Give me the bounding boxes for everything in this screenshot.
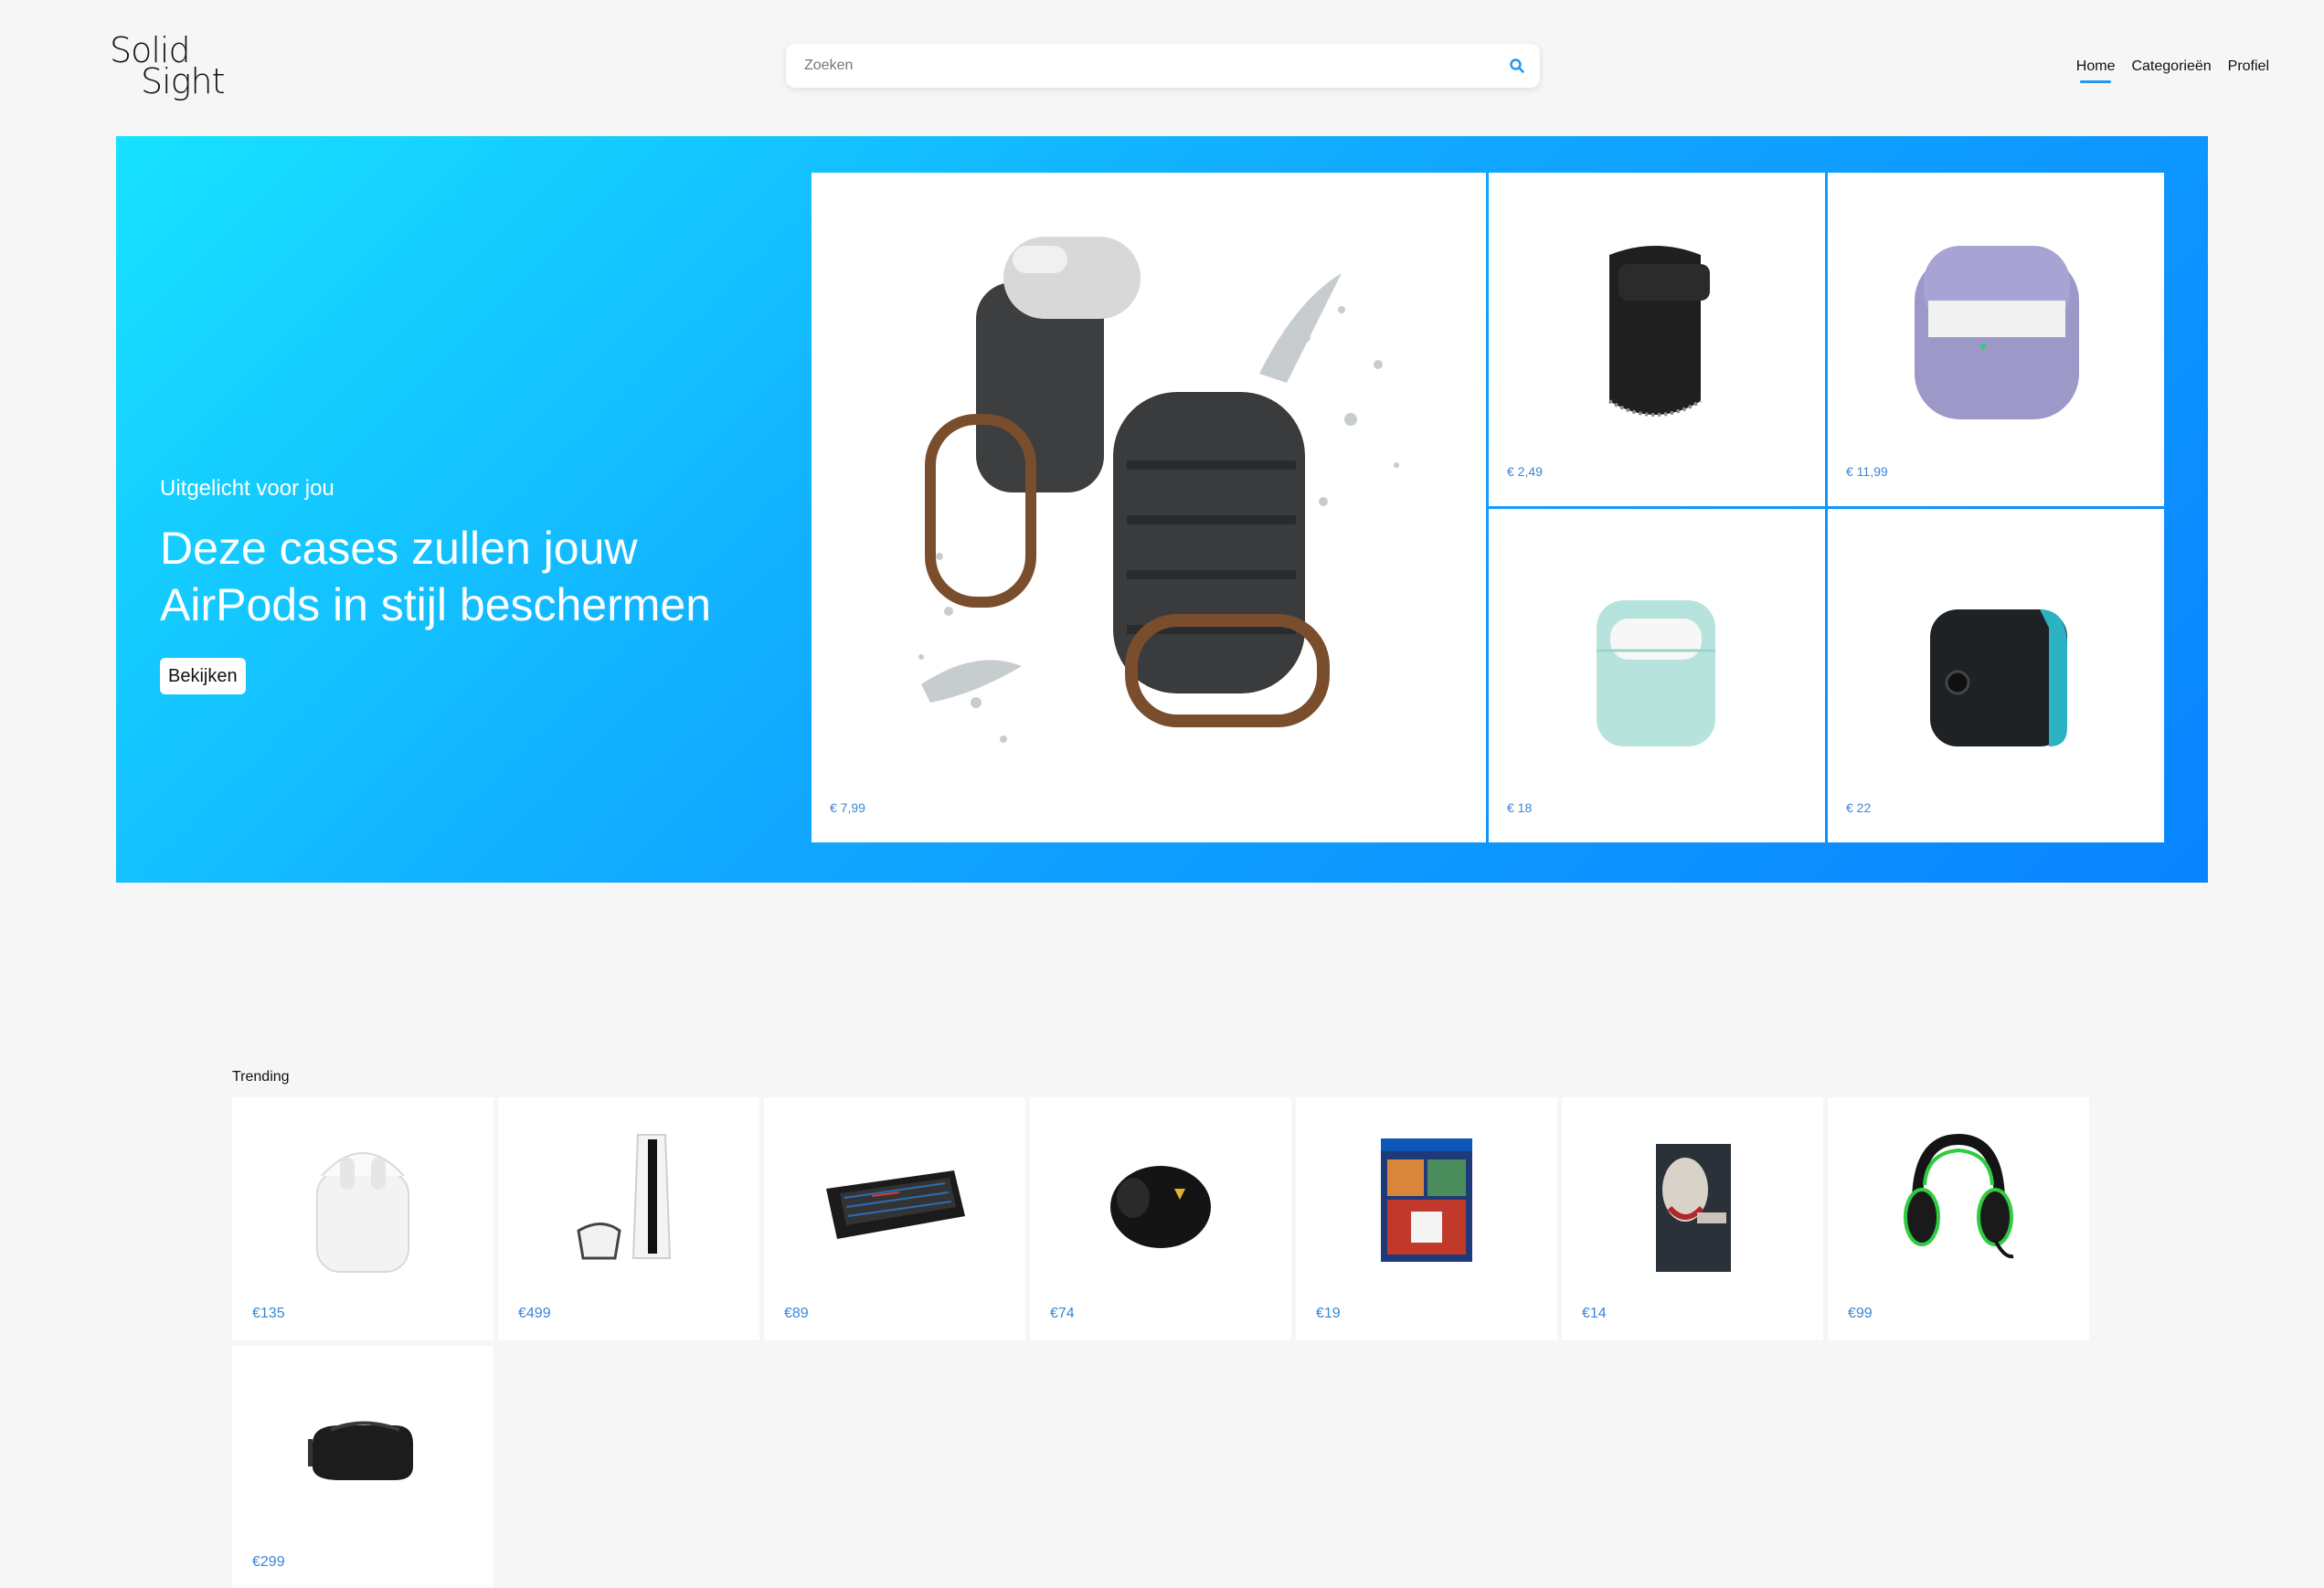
nav-item-profile[interactable]: Profiel bbox=[2228, 58, 2269, 75]
product-card[interactable]: €14 bbox=[1562, 1097, 1823, 1340]
product-price: € 18 bbox=[1507, 800, 1533, 815]
product-price: €74 bbox=[1050, 1306, 1075, 1321]
product-price: € 22 bbox=[1846, 800, 1872, 815]
nav-item-home[interactable]: Home bbox=[2076, 58, 2115, 83]
product-card[interactable]: €135 bbox=[232, 1097, 493, 1340]
product-card[interactable]: €499 bbox=[498, 1097, 759, 1340]
product-card[interactable]: €89 bbox=[764, 1097, 1025, 1340]
vr-headset-image bbox=[308, 1421, 413, 1480]
gta-v-ps4-game-image bbox=[1381, 1138, 1472, 1262]
main-nav: Home Categorieën Profiel bbox=[2076, 58, 2269, 83]
hero-banner: Uitgelicht voor jou Deze cases zullen jo… bbox=[116, 136, 2208, 883]
product-card[interactable]: €74 bbox=[1030, 1097, 1291, 1340]
green-headset-image bbox=[1904, 1133, 2014, 1259]
search-icon[interactable] bbox=[1509, 58, 1525, 74]
search-input[interactable] bbox=[804, 44, 1480, 88]
product-price: €99 bbox=[1848, 1306, 1873, 1321]
black-teal-airpods-case-image bbox=[1930, 609, 2067, 746]
featured-product-tile[interactable]: € 11,99 bbox=[1828, 173, 2164, 506]
logo[interactable]: Solid Sight bbox=[110, 31, 228, 104]
trending-grid: €135 €499 €89 €74 €19 €14 €99 €299 bbox=[232, 1097, 2089, 1588]
joker-bluray-image bbox=[1656, 1144, 1731, 1272]
logo-line-2: Sight bbox=[141, 61, 225, 101]
airpods-image bbox=[316, 1152, 409, 1273]
product-price: € 2,49 bbox=[1507, 464, 1543, 479]
featured-products-grid: € 7,99 € 2,49 € 11,99 € 18 € 22 bbox=[812, 173, 2164, 845]
mint-airpods-case-image bbox=[1597, 600, 1715, 746]
nav-item-categories[interactable]: Categorieën bbox=[2131, 58, 2211, 75]
product-price: € 11,99 bbox=[1846, 464, 1888, 479]
product-card[interactable]: €19 bbox=[1296, 1097, 1557, 1340]
product-price: €135 bbox=[252, 1306, 285, 1321]
featured-product-tile[interactable]: € 18 bbox=[1489, 509, 1825, 842]
playstation-5-image bbox=[577, 1134, 672, 1260]
hero-title: Deze cases zullen jouw AirPods in stijl … bbox=[160, 523, 712, 630]
waterproof-airpods-case-image bbox=[918, 237, 1399, 743]
product-price: €89 bbox=[784, 1306, 809, 1321]
product-price: €299 bbox=[252, 1554, 285, 1570]
hero-subtitle: Uitgelicht voor jou bbox=[160, 476, 334, 501]
product-price: €19 bbox=[1316, 1306, 1341, 1321]
featured-product-tile[interactable]: € 2,49 bbox=[1489, 173, 1825, 506]
product-price: €499 bbox=[518, 1306, 551, 1321]
gaming-mouse-image bbox=[1110, 1166, 1211, 1248]
product-card[interactable]: €299 bbox=[232, 1346, 493, 1588]
view-button[interactable]: Bekijken bbox=[160, 658, 246, 694]
search-bar bbox=[786, 44, 1540, 88]
product-price: € 7,99 bbox=[830, 800, 865, 815]
product-card[interactable]: €99 bbox=[1828, 1097, 2089, 1340]
lavender-airpods-pro-case-image bbox=[1915, 246, 2079, 419]
product-price: €14 bbox=[1582, 1306, 1607, 1321]
rgb-keyboard-image bbox=[826, 1170, 965, 1239]
featured-product-tile[interactable]: € 22 bbox=[1828, 509, 2164, 842]
featured-product-tile[interactable]: € 7,99 bbox=[812, 173, 1486, 842]
trending-title: Trending bbox=[232, 1069, 290, 1085]
leather-airpods-pouch-image bbox=[1608, 246, 1710, 417]
